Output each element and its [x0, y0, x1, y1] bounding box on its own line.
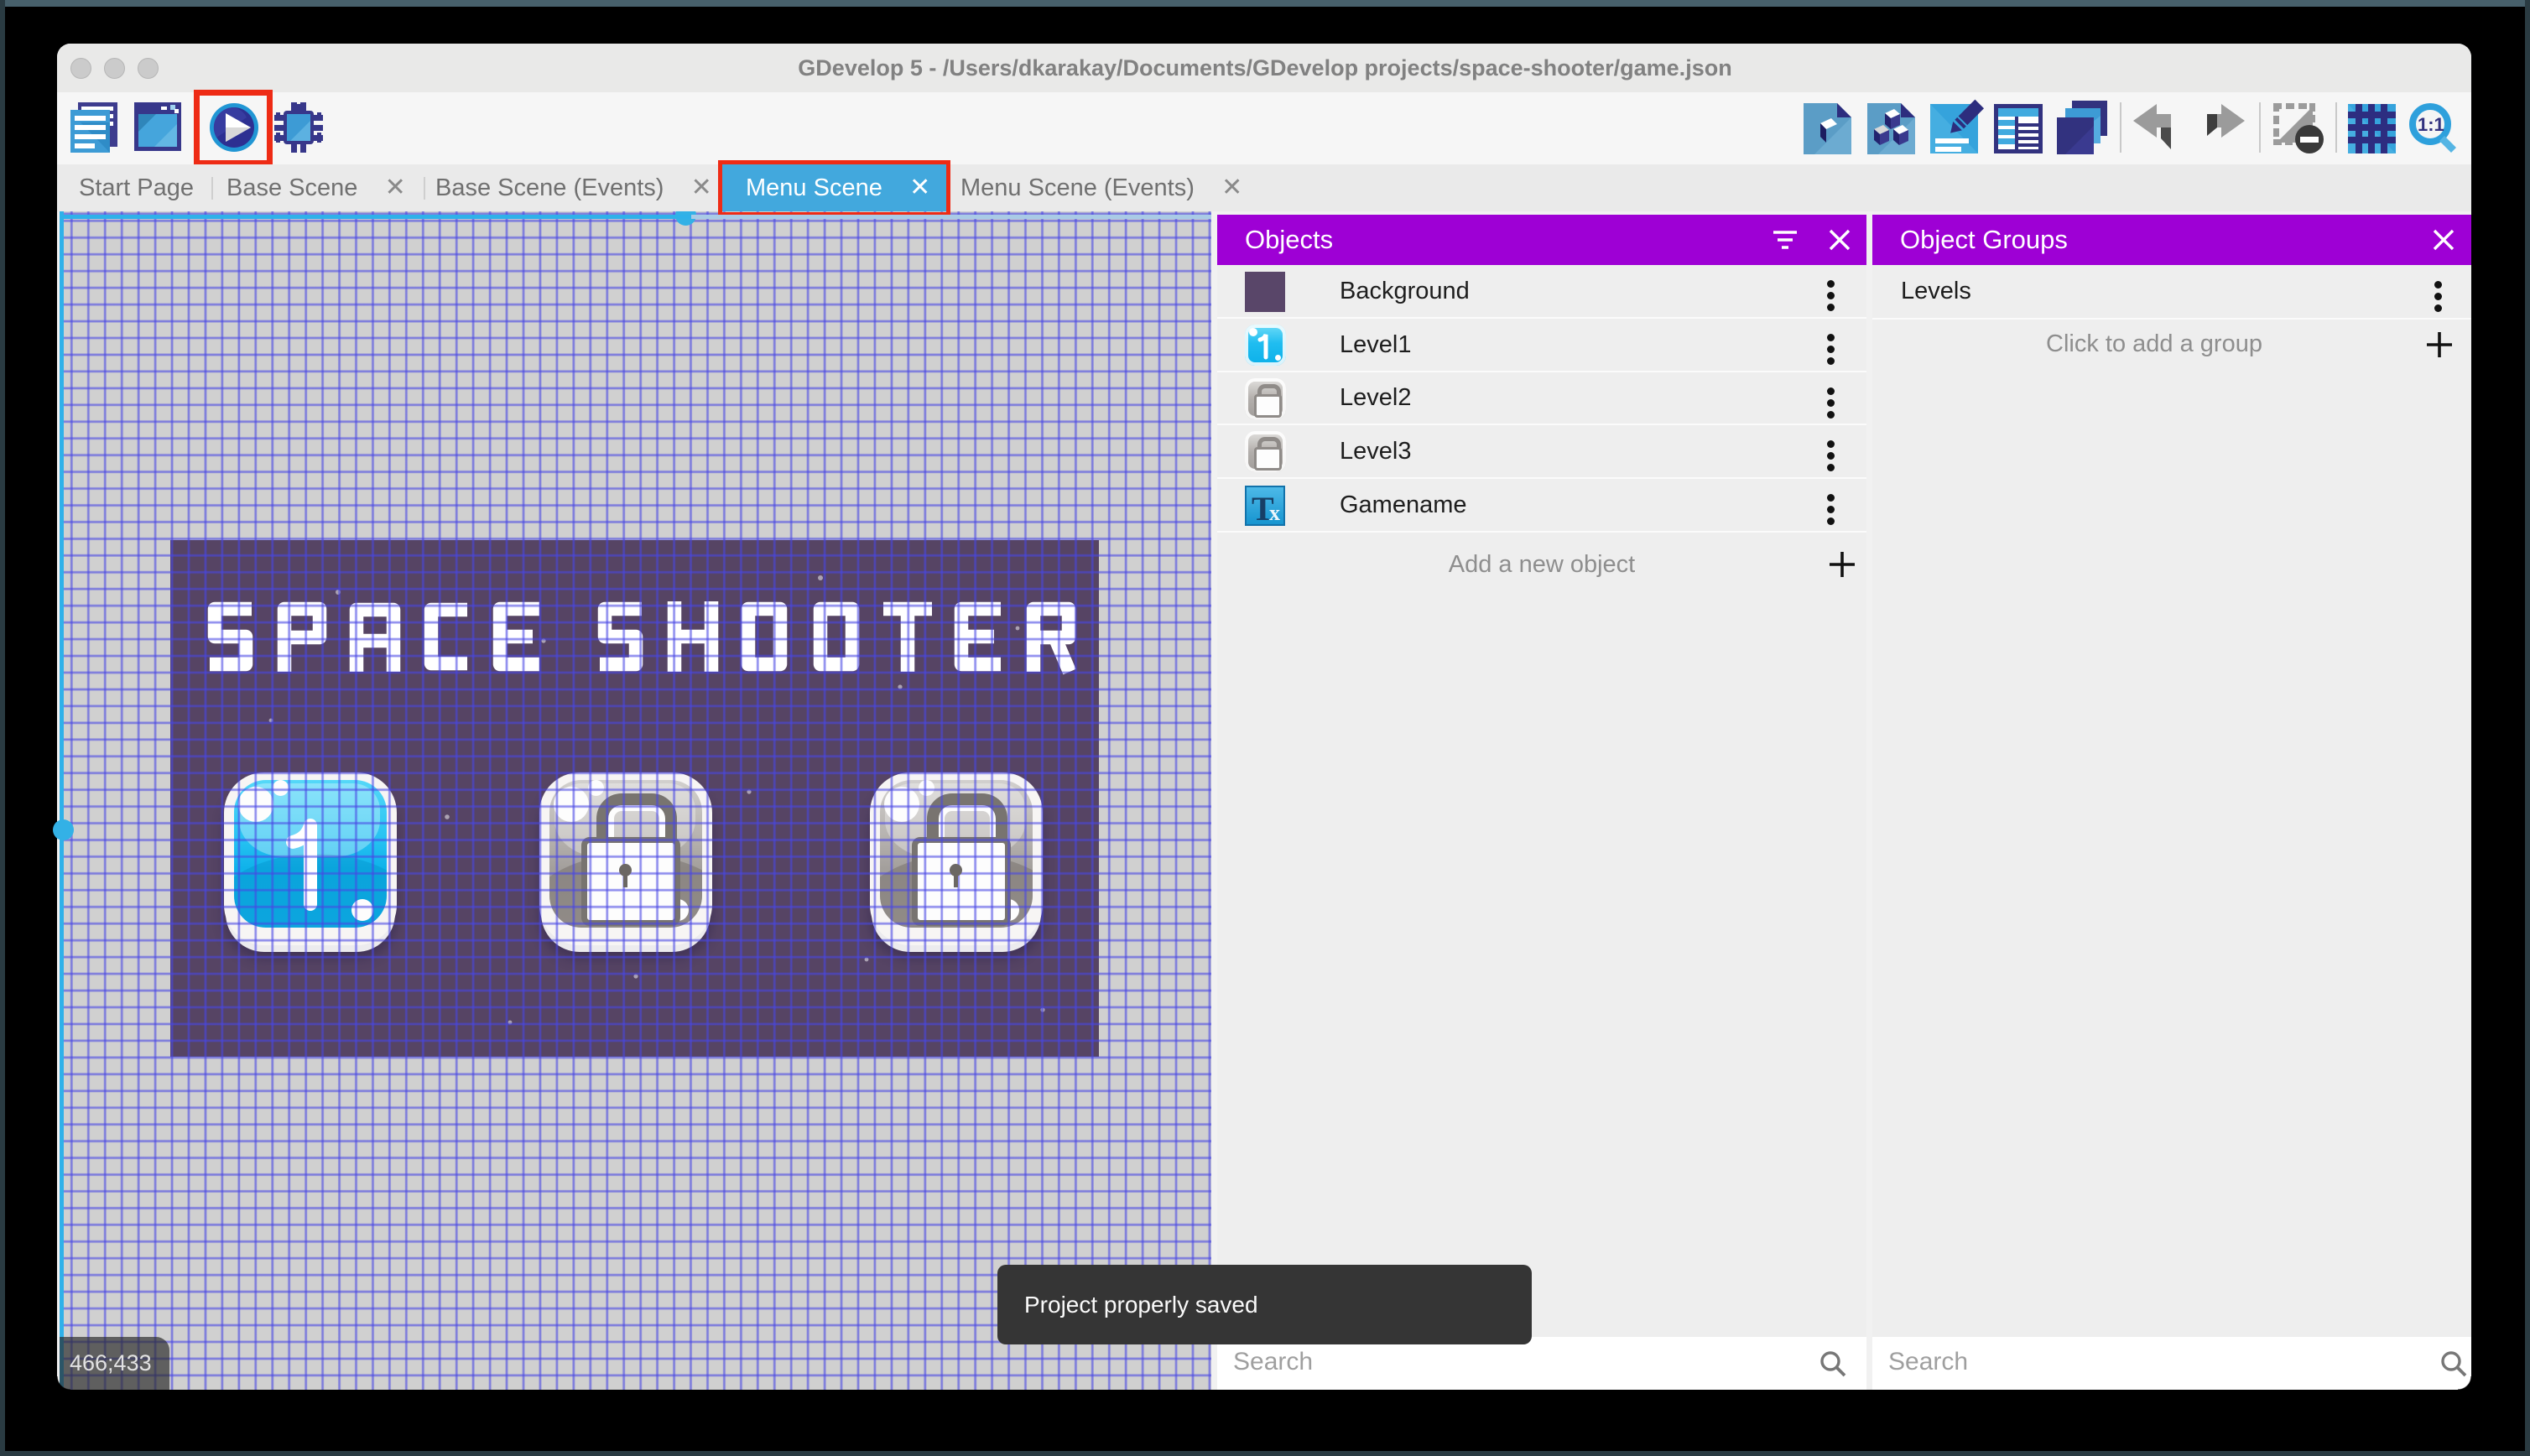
svg-text:1:1: 1:1	[2418, 114, 2444, 135]
